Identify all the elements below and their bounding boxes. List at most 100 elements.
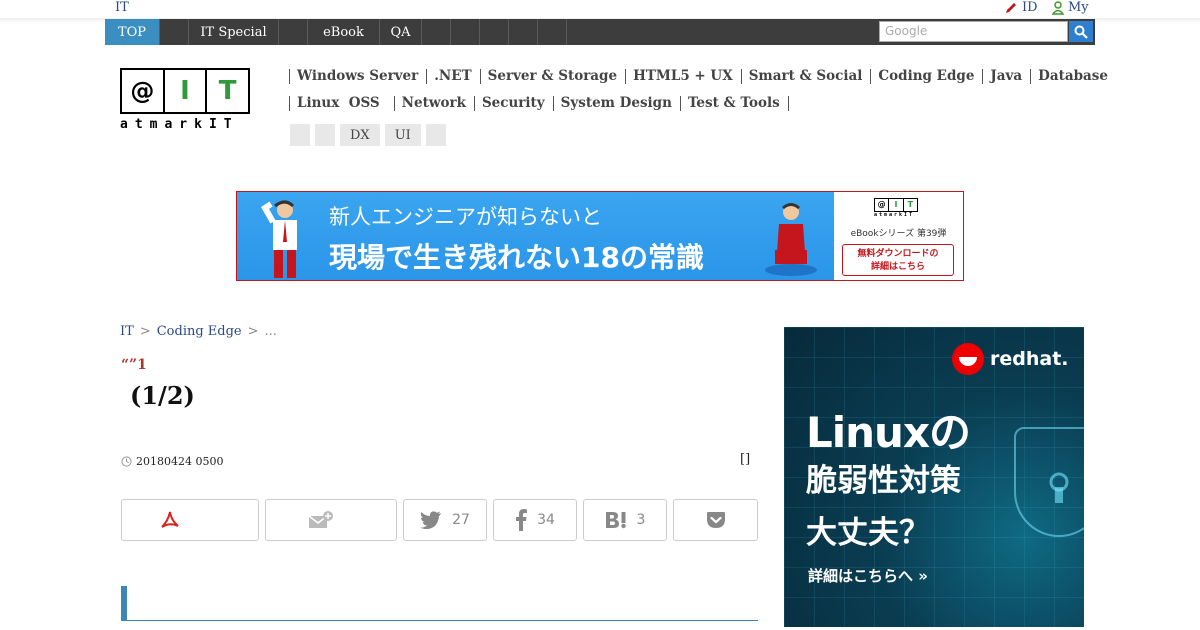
breadcrumb-home[interactable]: IT <box>120 324 134 339</box>
pocket-button[interactable] <box>673 499 758 541</box>
bookmark-button[interactable] <box>265 499 397 541</box>
lock-icon <box>1049 472 1069 503</box>
pdf-icon <box>161 511 179 528</box>
redhat-hat-icon <box>952 343 984 375</box>
ebook-banner-ad[interactable]: 新人エンジニアが知らないと 現場で生き残れない18の常識 @ I T atmar… <box>236 191 964 281</box>
chip-dx[interactable]: DX <box>340 124 380 146</box>
nav-item-blank-1[interactable] <box>160 19 189 45</box>
pdf-button[interactable] <box>121 499 259 541</box>
twitter-share-button[interactable]: 27 <box>403 499 487 541</box>
nav-item-it-special[interactable]: IT Special <box>189 19 279 45</box>
nav-item-blank-6[interactable] <box>509 19 538 45</box>
facebook-count: 34 <box>537 512 555 528</box>
ad-more-link[interactable]: 詳細はこちらへ » <box>808 565 928 586</box>
sitting-person-illustration <box>765 203 817 276</box>
author-bracket[interactable]: [] <box>740 452 750 467</box>
search-input[interactable]: Google <box>879 21 1068 42</box>
nav-item-top[interactable]: TOP <box>105 19 160 45</box>
cat-network[interactable]: Network <box>393 96 474 111</box>
cat-divider <box>787 96 789 111</box>
sub-category-chips: DX UI <box>290 124 446 146</box>
category-nav-row-2: Linux OSS Network Security System Design… <box>289 96 1089 111</box>
hatena-count: 3 <box>636 512 646 528</box>
chip-ui[interactable]: UI <box>384 124 421 146</box>
utility-bar: IT ID My <box>0 0 1200 18</box>
nav-item-ebook[interactable]: eBook <box>308 19 380 45</box>
page-title: (1/2) <box>130 381 195 410</box>
cat-coding-edge[interactable]: Coding Edge <box>870 69 982 84</box>
global-nav: TOP IT Special eBook QA Google <box>0 18 1200 45</box>
breadcrumb-separator: > <box>247 324 259 339</box>
nav-item-blank-7[interactable] <box>538 19 567 45</box>
twitter-icon <box>420 511 442 529</box>
breadcrumb-separator: > <box>139 324 151 339</box>
chip-blank-1[interactable] <box>290 124 310 146</box>
cat-system-design[interactable]: System Design <box>552 96 680 111</box>
breadcrumb-coding-edge[interactable]: Coding Edge <box>157 324 242 339</box>
cat-database[interactable]: Database <box>1030 69 1116 84</box>
pocket-icon <box>706 512 725 528</box>
banner-cta-line-2: 詳細はこちら <box>870 262 925 272</box>
chip-blank-3[interactable] <box>425 124 446 146</box>
article-kicker: “”1 <box>121 357 147 373</box>
my-page-link[interactable]: My <box>1052 0 1089 15</box>
banner-logo-box-at: @ <box>875 199 890 211</box>
thinking-person-illustration <box>261 200 297 278</box>
nav-item-qa[interactable]: QA <box>380 19 422 45</box>
id-label: ID <box>1022 0 1038 15</box>
cat-java[interactable]: Java <box>982 69 1030 84</box>
banner-main: 新人エンジニアが知らないと 現場で生き残れない18の常識 <box>237 192 834 280</box>
nav-item-blank-3[interactable] <box>422 19 451 45</box>
chip-blank-2[interactable] <box>315 124 335 146</box>
section-heading <box>121 586 758 621</box>
ad-headline-1: Linuxの <box>806 408 971 457</box>
banner-logo-boxes: @ I T <box>874 198 918 212</box>
user-icon <box>1052 0 1064 15</box>
cat-smart-social[interactable]: Smart & Social <box>740 69 871 84</box>
banner-series-label: eBookシリーズ 第39弾 <box>850 229 947 239</box>
banner-line-1: 新人エンジニアが知らないと <box>329 205 602 229</box>
logo-box-at: @ <box>122 70 165 112</box>
cat-security[interactable]: Security <box>473 96 553 111</box>
redhat-sidebar-ad[interactable]: redhat. Linuxの 脆弱性対策 大丈夫？ 詳細はこちらへ » <box>784 327 1084 627</box>
banner-cta-button[interactable]: 無料ダウンロードの 詳細はこちら <box>842 244 954 276</box>
banner-line-2: 現場で生き残れない18の常識 <box>329 241 704 274</box>
facebook-share-button[interactable]: 34 <box>493 499 577 541</box>
twitter-count: 27 <box>452 512 470 528</box>
banner-atmarkit-logo: @ I T atmarkIT <box>874 198 918 220</box>
mail-add-icon <box>308 511 333 528</box>
banner-logo-box-t: T <box>907 200 914 209</box>
search-icon <box>1074 25 1088 39</box>
banner-logo-box-i: I <box>889 199 904 211</box>
logo-wordmark: atmarkIT <box>120 117 239 132</box>
site-logo[interactable]: @ I T atmarkIT <box>120 68 252 132</box>
nav-item-blank-4[interactable] <box>451 19 480 45</box>
cat-windows-server[interactable]: Windows Server <box>289 69 426 84</box>
logo-box-t: T <box>218 76 237 106</box>
clock-icon <box>121 456 132 467</box>
id-login-link[interactable]: ID <box>1004 0 1038 15</box>
hatena-bookmark-button[interactable]: 3 <box>583 499 667 541</box>
my-label: My <box>1068 0 1089 15</box>
article-dateline: 20180424 0500 <box>121 455 223 468</box>
home-link[interactable]: IT <box>115 0 129 15</box>
facebook-icon <box>516 509 528 531</box>
nav-item-blank-2[interactable] <box>279 19 308 45</box>
redhat-logo: redhat. <box>952 343 1069 375</box>
pencil-icon <box>1006 2 1016 13</box>
breadcrumb: IT > Coding Edge > ... <box>120 324 277 339</box>
search-button[interactable] <box>1069 21 1093 42</box>
banner-side: @ I T atmarkIT eBookシリーズ 第39弾 無料ダウンロードの … <box>834 192 963 280</box>
breadcrumb-current: ... <box>264 324 277 339</box>
logo-boxes: @ I T <box>120 68 250 114</box>
ad-headline-2: 脆弱性対策 <box>806 463 961 499</box>
cat-linux-oss[interactable]: Linux OSS <box>289 96 388 111</box>
hatena-bookmark-icon <box>605 512 626 529</box>
cat-html5-ux[interactable]: HTML5 + UX <box>625 69 741 84</box>
ad-headline-3: 大丈夫？ <box>806 515 930 551</box>
cat-dotnet[interactable]: .NET <box>426 69 479 84</box>
cat-test-tools[interactable]: Test & Tools <box>679 96 788 111</box>
cat-server-storage[interactable]: Server & Storage <box>479 69 625 84</box>
banner-cta-line-1: 無料ダウンロードの <box>857 249 939 259</box>
nav-item-blank-5[interactable] <box>480 19 509 45</box>
